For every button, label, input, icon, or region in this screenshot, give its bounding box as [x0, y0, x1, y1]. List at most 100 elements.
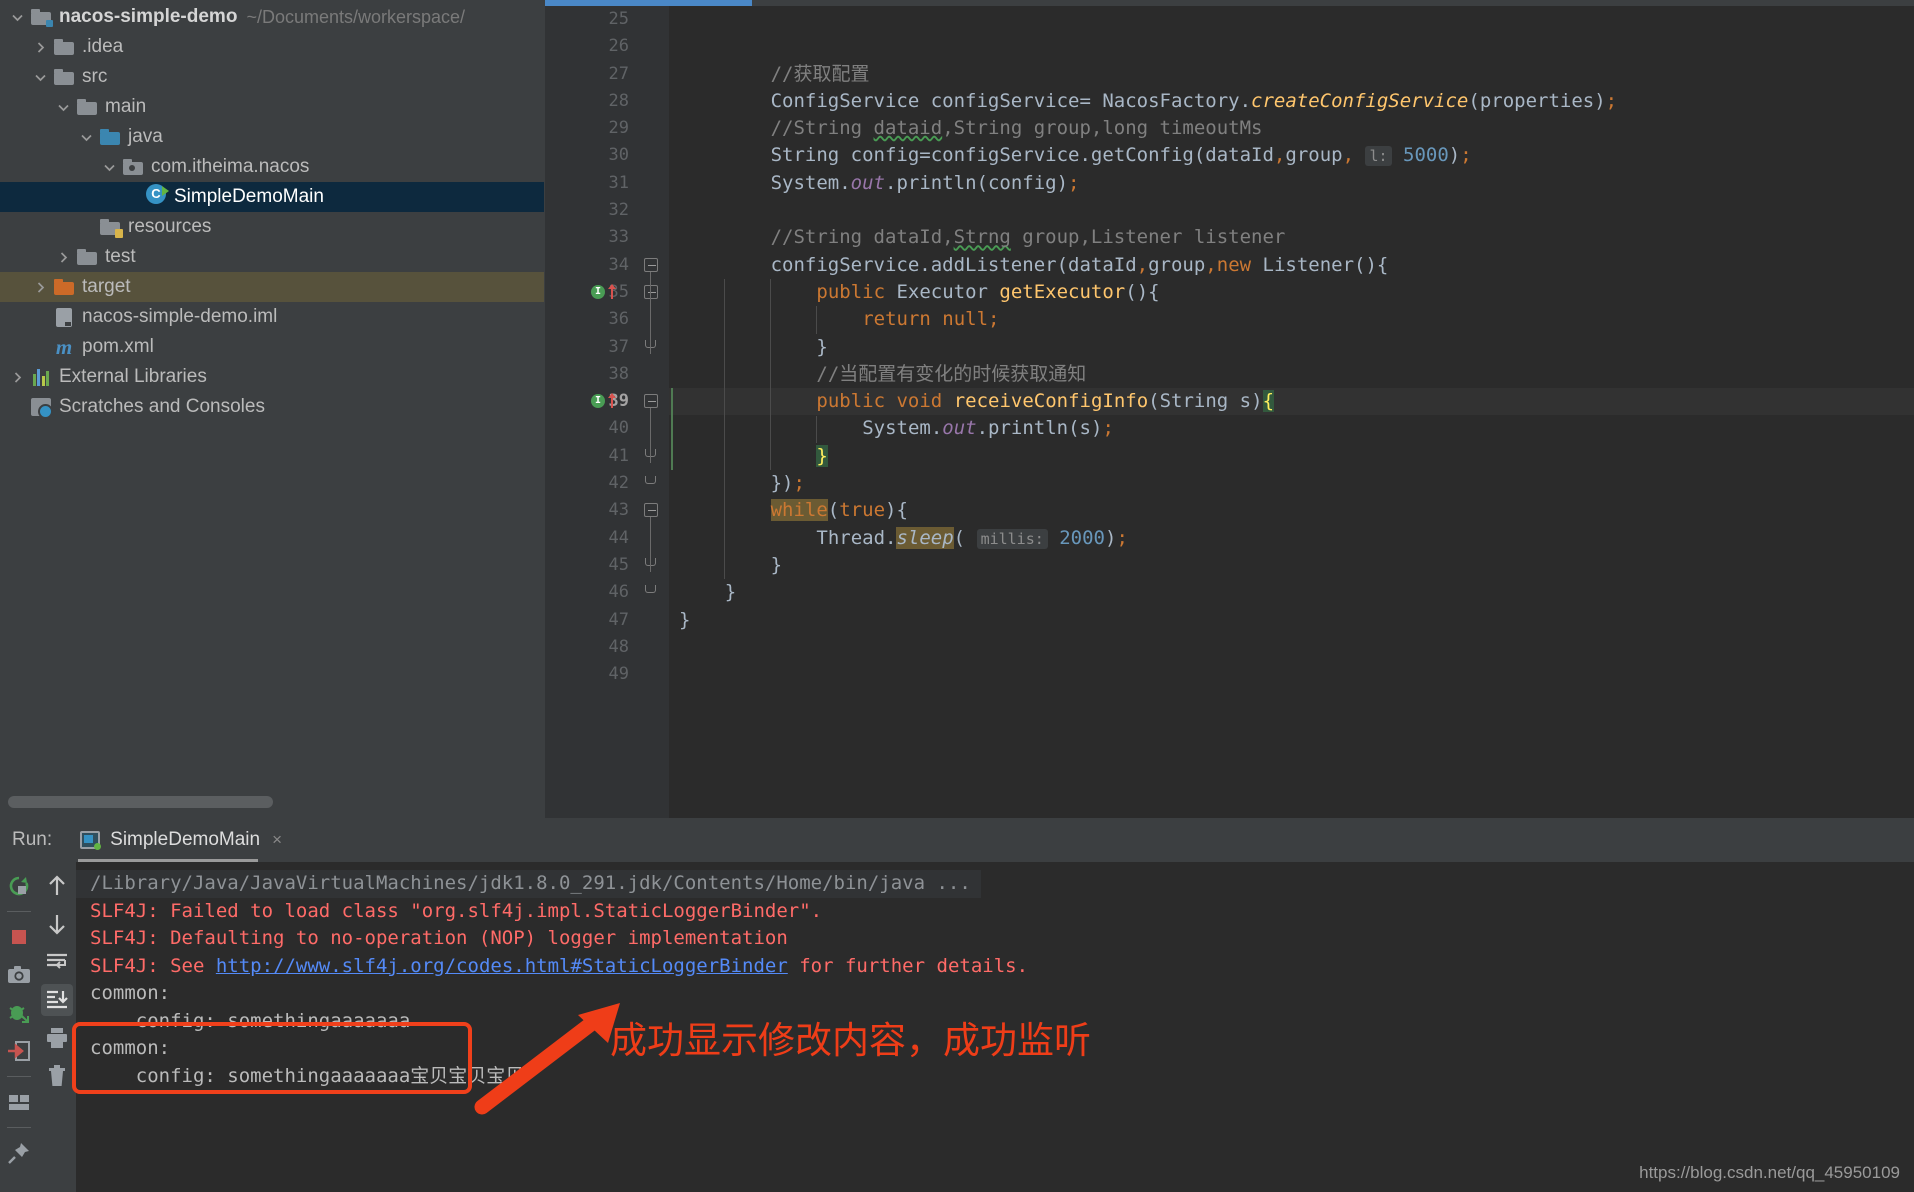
code-line[interactable] [669, 197, 1914, 224]
print-icon[interactable] [41, 1022, 73, 1054]
code-line[interactable]: Thread.sleep( millis: 2000); [669, 525, 1914, 552]
close-icon[interactable]: × [272, 830, 282, 850]
export-icon[interactable] [3, 1035, 35, 1067]
code-line[interactable] [669, 6, 1914, 33]
code-line[interactable]: public Executor getExecutor(){ [669, 279, 1914, 306]
code-fold-marker[interactable] [644, 503, 659, 518]
code-fold-marker[interactable] [644, 558, 659, 573]
code-fold-marker[interactable] [644, 585, 659, 600]
gutter-line-number[interactable]: 41 [545, 443, 635, 470]
code-line[interactable]: //String dataid,String group,long timeou… [669, 115, 1914, 142]
code-line[interactable]: //String dataId,Strng group,Listener lis… [669, 224, 1914, 251]
gutter-line-number[interactable]: 38 [545, 361, 635, 388]
override-method-icon[interactable] [608, 393, 616, 409]
gutter-line-number[interactable]: 49 [545, 661, 635, 688]
camera-icon[interactable] [3, 959, 35, 991]
code-line[interactable] [669, 661, 1914, 688]
code-fold-marker[interactable] [644, 257, 659, 273]
pin-icon[interactable] [3, 1137, 35, 1169]
gutter-line-number[interactable]: 26 [545, 33, 635, 60]
gutter-line-number[interactable]: 31 [545, 170, 635, 197]
tree-item-com-itheima-nacos[interactable]: com.itheima.nacos [0, 152, 544, 182]
tree-item-test[interactable]: test [0, 242, 544, 272]
tree-item-src[interactable]: src [0, 62, 544, 92]
gutter-line-number[interactable]: 40 [545, 415, 635, 442]
gutter-line-number[interactable]: 47 [545, 607, 635, 634]
gutter-line-number[interactable]: 36 [545, 306, 635, 333]
gutter-line-number[interactable]: 43 [545, 497, 635, 524]
tree-item-scratches[interactable]: Scratches and Consoles [0, 392, 544, 422]
gutter-line-number[interactable]: 42 [545, 470, 635, 497]
code-editor[interactable]: 25 26 27 28 29 30 31 32 33 34 35 36 37 38 39 40 41 42 43 44… [545, 0, 1914, 818]
tree-item-project-root[interactable]: nacos-simple-demo ~/Documents/workerspace… [0, 2, 544, 32]
code-line[interactable]: } [669, 552, 1914, 579]
tree-item-resources[interactable]: resources [0, 212, 544, 242]
gutter-line-number[interactable]: 30 [545, 142, 635, 169]
run-toolbar-left[interactable] [0, 862, 38, 1192]
override-method-icon[interactable] [608, 284, 616, 299]
code-fold-marker[interactable] [644, 394, 659, 409]
trash-icon[interactable] [41, 1060, 73, 1092]
code-line[interactable]: //当配置有变化的时候获取通知 [669, 361, 1914, 388]
chevron-right-icon[interactable] [6, 366, 28, 388]
code-line[interactable]: configService.addListener(dataId,group,n… [669, 252, 1914, 279]
run-toolbar-right[interactable] [38, 862, 76, 1192]
gutter-line-number[interactable]: 29 [545, 115, 635, 142]
code-line[interactable]: ConfigService configService= NacosFactor… [669, 88, 1914, 115]
code-line[interactable]: }); [669, 470, 1914, 497]
tree-item-nacos-simple-demo-iml[interactable]: nacos-simple-demo.iml [0, 302, 544, 332]
editor-gutter[interactable]: 25 26 27 28 29 30 31 32 33 34 35 36 37 38 39 40 41 42 43 44… [545, 6, 635, 818]
gutter-line-number[interactable]: 27 [545, 61, 635, 88]
stop-icon[interactable] [3, 921, 35, 953]
gutter-line-number[interactable]: 46 [545, 579, 635, 606]
debug-icon[interactable] [3, 997, 35, 1029]
gutter-line-number[interactable]: 33 [545, 224, 635, 251]
chevron-right-icon[interactable] [29, 276, 51, 298]
code-line[interactable]: String config=configService.getConfig(da… [669, 142, 1914, 169]
soft-wrap-icon[interactable] [41, 946, 73, 978]
code-line[interactable]: //获取配置 [669, 61, 1914, 88]
code-fold-marker[interactable] [644, 476, 659, 491]
code-line[interactable]: public void receiveConfigInfo(String s){ [669, 388, 1914, 416]
gutter-line-number[interactable]: 44 [545, 525, 635, 552]
run-method-marker-icon[interactable]: I [591, 285, 605, 299]
tree-item-external-libraries[interactable]: External Libraries [0, 362, 544, 392]
tree-item-main[interactable]: main [0, 92, 544, 122]
run-tab-simpledemomain[interactable]: SimpleDemoMain × [74, 818, 288, 862]
scroll-down-icon[interactable] [41, 908, 73, 940]
tree-item-idea[interactable]: .idea [0, 32, 544, 62]
gutter-line-number[interactable]: 45 [545, 552, 635, 579]
code-line[interactable]: return null; [669, 306, 1914, 333]
gutter-line-number[interactable]: 37 [545, 334, 635, 361]
code-line[interactable] [669, 634, 1914, 661]
gutter-line-number[interactable]: 35 [545, 279, 635, 306]
chevron-down-icon[interactable] [6, 6, 28, 28]
code-fold-marker[interactable] [644, 339, 659, 355]
gutter-line-number[interactable]: 25 [545, 6, 635, 33]
tree-item-target[interactable]: target [0, 272, 544, 302]
chevron-down-icon[interactable] [75, 126, 97, 148]
code-line[interactable] [669, 33, 1914, 60]
scrollbar-thumb[interactable] [8, 796, 273, 808]
chevron-right-icon[interactable] [52, 246, 74, 268]
tree-item-simpledemomain[interactable]: SimpleDemoMain [0, 182, 544, 212]
scroll-to-end-icon[interactable] [41, 984, 73, 1016]
gutter-line-number[interactable]: 39 [545, 388, 635, 415]
gutter-line-number[interactable]: 28 [545, 88, 635, 115]
chevron-down-icon[interactable] [52, 96, 74, 118]
code-line[interactable]: System.out.println(s); [669, 415, 1914, 442]
code-line[interactable]: while(true){ [669, 497, 1914, 524]
code-line[interactable]: } [669, 579, 1914, 606]
tree-item-pom-xml[interactable]: m pom.xml [0, 332, 544, 362]
gutter-line-number[interactable]: 48 [545, 634, 635, 661]
slf4j-doc-link[interactable]: http://www.slf4j.org/codes.html#StaticLo… [216, 955, 788, 977]
chevron-down-icon[interactable] [29, 66, 51, 88]
code-line[interactable]: } [669, 334, 1914, 361]
chevron-down-icon[interactable] [98, 156, 120, 178]
gutter-line-number[interactable]: 32 [545, 197, 635, 224]
scroll-up-icon[interactable] [41, 870, 73, 902]
code-line[interactable]: } [669, 607, 1914, 634]
code-line[interactable]: } [669, 443, 1914, 470]
code-fold-marker[interactable] [644, 448, 659, 464]
editor-fold-column[interactable] [635, 6, 669, 818]
